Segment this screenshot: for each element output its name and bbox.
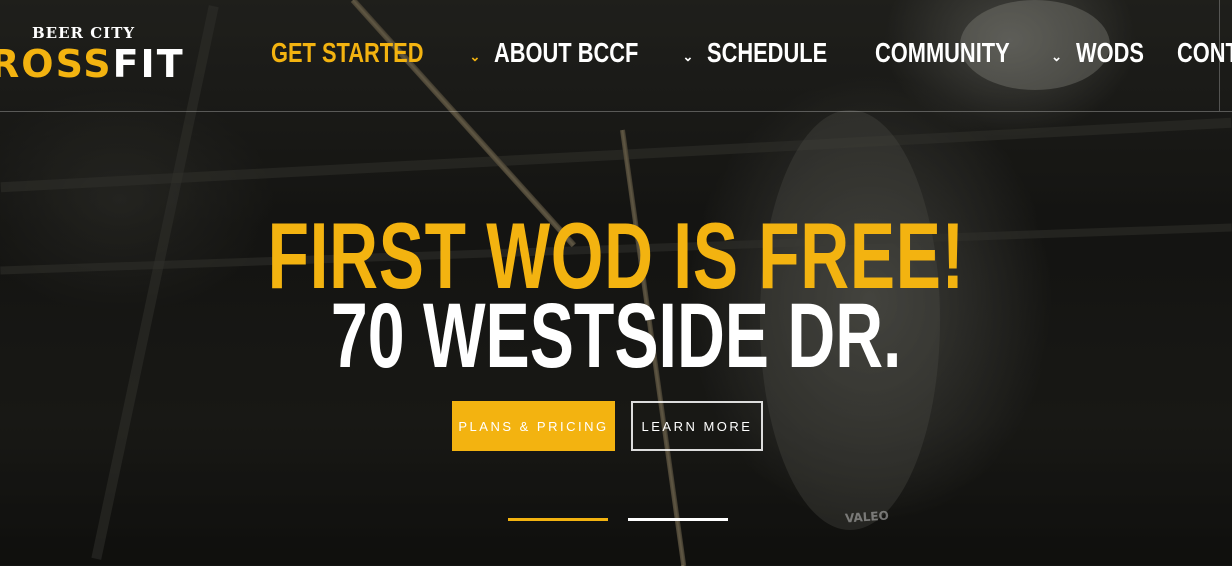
nav-item-label: GET STARTED bbox=[271, 37, 424, 68]
logo[interactable]: BEER CITY ROSSFIT bbox=[0, 22, 240, 88]
logo-top-text: BEER CITY bbox=[32, 24, 136, 42]
hero-address: 70 WESTSIDE DR. bbox=[0, 288, 1232, 384]
nav-item-contact[interactable]: CONTACT bbox=[1177, 37, 1232, 69]
nav-item-label: WODS bbox=[1075, 37, 1144, 68]
main-nav: GET STARTED ⌄ ABOUT BCCF ⌄ SCHEDULE COMM… bbox=[271, 36, 1232, 70]
plans-pricing-button[interactable]: PLANS & PRICING bbox=[452, 401, 615, 451]
logo-wordmark: ROSSFIT bbox=[0, 44, 240, 84]
nav-item-label: CONTACT bbox=[1177, 37, 1232, 68]
learn-more-button[interactable]: LEARN MORE bbox=[631, 401, 763, 451]
hero-address-text: 70 WESTSIDE DR. bbox=[330, 285, 902, 387]
nav-item-about-bccf[interactable]: ABOUT BCCF ⌄ bbox=[494, 37, 693, 69]
chevron-down-icon: ⌄ bbox=[682, 49, 694, 64]
logo-wordmark-accent: ROSS bbox=[0, 42, 113, 86]
nav-item-schedule[interactable]: SCHEDULE bbox=[707, 37, 861, 69]
chevron-down-icon: ⌄ bbox=[469, 49, 481, 64]
slider-indicator-1[interactable] bbox=[508, 518, 608, 521]
nav-item-get-started[interactable]: GET STARTED ⌄ bbox=[271, 37, 480, 69]
logo-wordmark-light: FIT bbox=[112, 42, 185, 86]
nav-item-label: COMMUNITY bbox=[875, 37, 1011, 68]
site-header: BEER CITY ROSSFIT GET STARTED ⌄ ABOUT BC… bbox=[0, 0, 1232, 112]
header-divider bbox=[1219, 0, 1220, 111]
nav-item-wods[interactable]: WODS bbox=[1076, 37, 1163, 69]
slider-indicator-2[interactable] bbox=[628, 518, 728, 521]
nav-item-community[interactable]: COMMUNITY ⌄ bbox=[875, 37, 1062, 69]
chevron-down-icon: ⌄ bbox=[1051, 49, 1062, 64]
nav-item-label: ABOUT BCCF bbox=[494, 37, 639, 68]
nav-item-label: SCHEDULE bbox=[707, 37, 828, 68]
